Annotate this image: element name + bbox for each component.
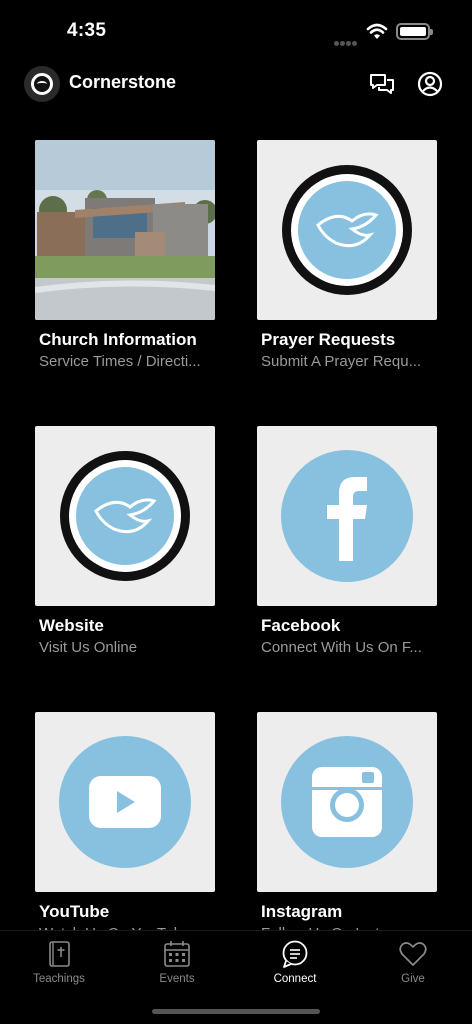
church-building-image bbox=[35, 140, 215, 320]
tile-subtitle: Connect With Us On F... bbox=[261, 639, 422, 656]
tile-youtube[interactable]: YouTube Watch Us On YouTube bbox=[35, 712, 215, 942]
dove-logo-icon bbox=[282, 165, 412, 295]
tile-website[interactable]: Website Visit Us Online bbox=[35, 426, 215, 656]
tab-label: Teachings bbox=[33, 973, 85, 985]
status-bar: 4:35 bbox=[0, 0, 472, 62]
tile-title: Facebook bbox=[261, 616, 341, 635]
tab-events[interactable]: Events bbox=[132, 939, 222, 985]
tile-facebook[interactable]: Facebook Connect With Us On F... bbox=[257, 426, 437, 656]
app-logo-icon[interactable] bbox=[24, 66, 60, 102]
tile-prayer-requests[interactable]: Prayer Requests Submit A Prayer Requ... bbox=[257, 140, 437, 370]
heart-icon bbox=[399, 942, 427, 966]
tab-connect[interactable]: Connect bbox=[250, 939, 340, 985]
tab-teachings[interactable]: Teachings bbox=[14, 939, 104, 985]
wifi-icon bbox=[366, 23, 388, 39]
chat-bubble-icon bbox=[282, 940, 308, 968]
youtube-icon bbox=[59, 736, 191, 868]
tile-title: Website bbox=[39, 616, 104, 635]
tab-label: Give bbox=[401, 973, 425, 985]
dove-logo-icon bbox=[60, 451, 190, 581]
tile-church-information[interactable]: Church Information Service Times / Direc… bbox=[35, 140, 215, 370]
facebook-icon bbox=[281, 450, 413, 582]
tile-subtitle: Visit Us Online bbox=[39, 639, 138, 656]
bible-icon bbox=[49, 941, 70, 967]
tile-subtitle: Service Times / Directi... bbox=[39, 353, 201, 370]
app-title: Cornerstone bbox=[69, 72, 177, 92]
calendar-icon bbox=[164, 941, 190, 967]
profile-icon[interactable] bbox=[416, 70, 444, 98]
tile-title: Church Information bbox=[39, 330, 197, 349]
tile-title: Prayer Requests bbox=[261, 330, 396, 349]
tile-title: Instagram bbox=[261, 902, 343, 921]
instagram-icon bbox=[281, 736, 413, 868]
status-time: 4:35 bbox=[67, 20, 107, 41]
battery-icon bbox=[396, 23, 433, 40]
app-header: Cornerstone bbox=[0, 62, 472, 106]
tile-instagram[interactable]: Instagram Follow Us On Instagram bbox=[257, 712, 437, 942]
messages-icon[interactable] bbox=[368, 70, 396, 98]
tab-label: Connect bbox=[273, 973, 317, 985]
home-indicator bbox=[152, 1009, 320, 1014]
signal-icon bbox=[334, 33, 358, 51]
tile-subtitle: Submit A Prayer Requ... bbox=[261, 353, 422, 370]
tile-title: YouTube bbox=[39, 902, 110, 921]
tab-give[interactable]: Give bbox=[368, 939, 458, 985]
tab-label: Events bbox=[159, 973, 195, 985]
